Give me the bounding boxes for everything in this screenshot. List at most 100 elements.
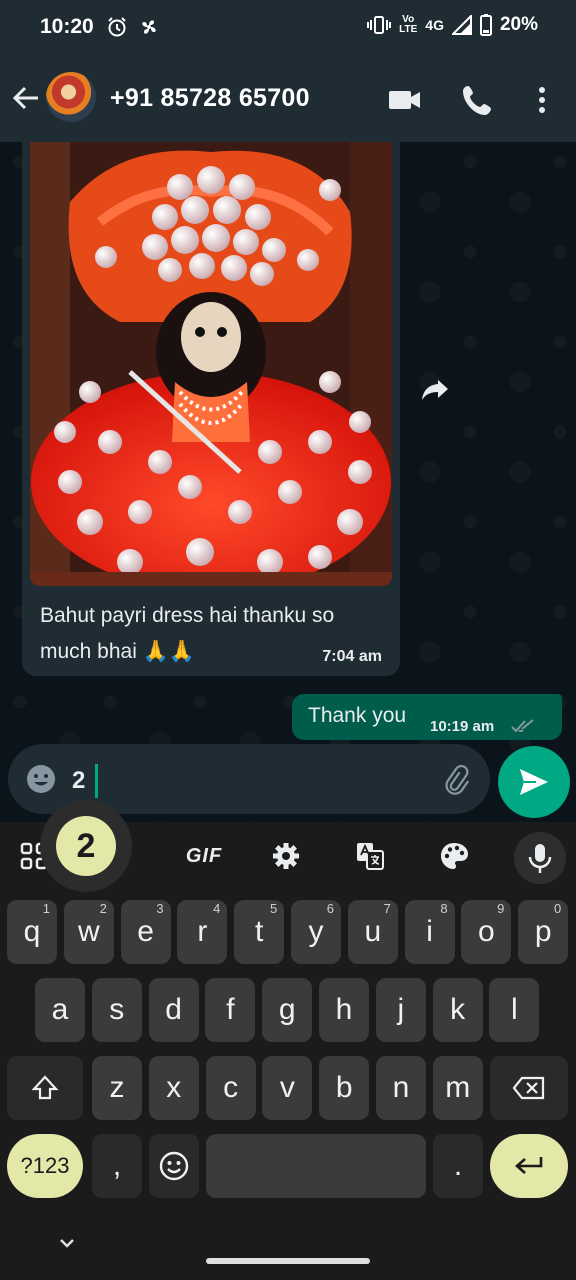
key-l[interactable]: l [489, 978, 540, 1042]
key-hint: 5 [269, 901, 278, 916]
back-arrow-icon[interactable] [8, 80, 44, 116]
key-label: o [478, 915, 495, 948]
battery-icon [479, 14, 492, 36]
outgoing-message[interactable]: Thank you 10:19 am [292, 694, 562, 740]
key-m[interactable]: m [432, 1056, 483, 1120]
key-hint: 2 [99, 901, 107, 916]
text-cursor [95, 764, 98, 798]
emoji-icon[interactable] [24, 762, 58, 796]
key-r[interactable]: r4 [177, 900, 228, 964]
key-label: u [364, 915, 382, 948]
key-label: s [109, 993, 125, 1026]
chat-area[interactable]: Bahut payri dress hai thanku so much bha… [0, 142, 576, 822]
key-o[interactable]: o9 [461, 900, 512, 964]
key-label: p [534, 915, 552, 948]
key-label: r [197, 915, 208, 948]
key-label: w [77, 915, 100, 948]
outgoing-message-time: 10:19 am [430, 718, 495, 735]
key-hint: 3 [156, 901, 164, 916]
key-label: n [392, 1071, 410, 1104]
smiley-icon [159, 1151, 189, 1181]
vibrate-icon [367, 15, 392, 35]
key-label: y [308, 915, 324, 948]
key-u[interactable]: u7 [347, 900, 398, 964]
key-label: b [335, 1071, 353, 1104]
key-label: k [450, 993, 466, 1026]
battery-percent: 20% [499, 14, 538, 35]
gif-button[interactable]: GIF [182, 836, 226, 876]
key-p[interactable]: p0 [518, 900, 569, 964]
send-icon [520, 769, 548, 795]
key-f[interactable]: f [205, 978, 256, 1042]
key-hint: 0 [553, 901, 562, 916]
shift-key[interactable] [7, 1056, 83, 1120]
contact-avatar[interactable] [46, 72, 96, 122]
key-w[interactable]: w2 [63, 900, 114, 964]
key-hint: 1 [42, 901, 50, 916]
key-v[interactable]: v [262, 1056, 313, 1120]
double-check-icon [510, 718, 538, 734]
key-label: t [255, 915, 264, 948]
video-call-icon[interactable] [386, 82, 422, 118]
comma-key[interactable]: , [92, 1134, 142, 1198]
key-label: m [445, 1071, 471, 1104]
key-a[interactable]: a [35, 978, 85, 1042]
alarm-icon [106, 16, 128, 38]
whatsapp-chat-screen: 10:20 Vo LTE 4G 20% +91 85728 65700 Bahu… [0, 0, 576, 1280]
hide-keyboard-chevron-icon[interactable] [56, 1232, 78, 1254]
translate-icon[interactable] [350, 836, 390, 876]
contact-name[interactable]: +91 85728 65700 [110, 84, 310, 113]
settings-gear-icon[interactable] [266, 836, 306, 876]
key-c[interactable]: c [205, 1056, 256, 1120]
enter-key[interactable] [490, 1134, 568, 1198]
key-y[interactable]: y6 [291, 900, 341, 964]
symbols-key[interactable]: ?123 [7, 1134, 83, 1198]
key-label: g [278, 993, 296, 1026]
key-s[interactable]: s [91, 978, 142, 1042]
key-label: h [335, 993, 353, 1026]
key-e[interactable]: e3 [120, 900, 171, 964]
forward-icon[interactable] [418, 372, 452, 406]
space-bar[interactable] [206, 1134, 426, 1198]
key-label: f [226, 993, 235, 1026]
message-input[interactable] [72, 764, 412, 798]
key-hint: 8 [440, 901, 448, 916]
key-q[interactable]: q1 [7, 900, 57, 964]
keyboard: 2 GIF q1w2e3r4t5y6u7i8o9p0 asdfghjkl z x… [0, 800, 576, 1280]
keyboard-toolbar: 2 GIF [0, 800, 576, 892]
key-t[interactable]: t5 [234, 900, 285, 964]
fan-icon [138, 16, 160, 38]
key-j[interactable]: j [375, 978, 426, 1042]
key-x[interactable]: x [148, 1056, 199, 1120]
phone-call-icon[interactable] [460, 82, 496, 118]
key-z[interactable]: z [92, 1056, 142, 1120]
key-hint: 9 [497, 901, 505, 916]
palette-icon[interactable] [434, 836, 474, 876]
outgoing-message-text: Thank you [308, 704, 407, 727]
key-b[interactable]: b [319, 1056, 370, 1120]
key-h[interactable]: h [319, 978, 369, 1042]
status-indicators: Vo LTE 4G 20% [367, 14, 538, 36]
voice-input-button[interactable] [514, 832, 566, 884]
key-label: i [426, 915, 433, 948]
more-options-icon[interactable] [526, 82, 558, 118]
gesture-nav-handle[interactable] [206, 1258, 370, 1264]
key-k[interactable]: k [432, 978, 483, 1042]
period-key[interactable]: . [433, 1134, 483, 1198]
key-d[interactable]: d [148, 978, 199, 1042]
emoji-key[interactable] [149, 1134, 199, 1198]
attach-icon[interactable] [438, 762, 474, 798]
key-label: j [397, 993, 405, 1026]
key-i[interactable]: i8 [404, 900, 455, 964]
message-photo[interactable] [30, 142, 392, 586]
send-button[interactable] [498, 746, 570, 818]
backspace-key[interactable] [490, 1056, 568, 1120]
key-label: d [165, 993, 182, 1026]
key-g[interactable]: g [262, 978, 313, 1042]
key-hint: 4 [213, 901, 221, 916]
incoming-message[interactable]: Bahut payri dress hai thanku so much bha… [22, 142, 400, 676]
key-n[interactable]: n [376, 1056, 426, 1120]
key-label: q [23, 915, 41, 948]
microphone-icon [528, 844, 552, 873]
key-label: a [51, 993, 69, 1026]
